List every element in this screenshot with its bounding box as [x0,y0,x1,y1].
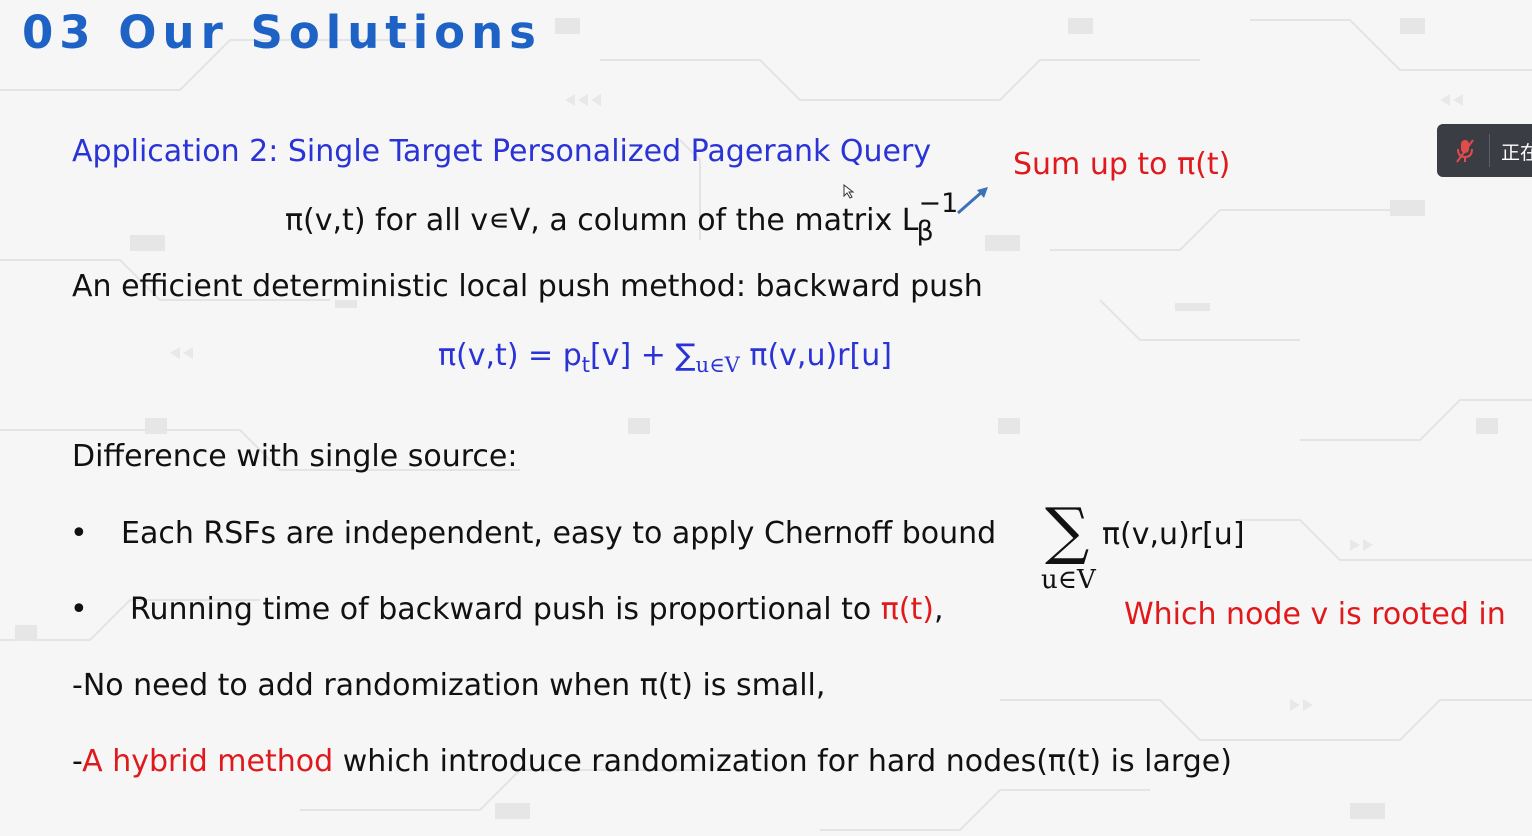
summation-term: π(v,u)r[u] [1102,517,1245,552]
formula-sum-subscript: u∈V [695,353,740,378]
hybrid-method-highlight: A hybrid method [82,744,334,779]
sum-up-note: Sum up to π(t) [1013,147,1231,182]
summation-subscript: u∈V [1041,565,1096,595]
bullet-running-time: Running time of backward push is proport… [130,592,944,627]
running-time-text: Running time of backward push is proport… [130,592,881,627]
mouse-cursor-icon [843,184,855,199]
bullet-marker: • [70,516,88,551]
pi-column-text: π(v,t) for all v∊V, a column of the matr… [285,203,919,238]
which-node-note: Which node v is rooted in [1124,597,1506,632]
arrow-icon [957,187,988,215]
meeting-toolbar[interactable]: 正在 [1437,124,1532,177]
formula-rhs: π(v,u)r[u] [739,338,892,373]
hybrid-dash: - [72,744,83,779]
running-time-pi: π(t) [880,592,934,627]
toolbar-label: 正在 [1501,142,1532,164]
slide-title: 03 Our Solutions [22,6,542,59]
circuit-background [0,18,1532,831]
backward-push-formula: π(v,t) = pt[v] + ∑u∈V π(v,u)r[u] [438,338,892,377]
running-time-comma: , [933,592,944,627]
hybrid-method-text: which introduce randomization for hard n… [333,744,1232,779]
hybrid-method-line: -A hybrid method which introduce randomi… [72,744,1232,779]
pi-column-line: π(v,t) for all v∊V, a column of the matr… [285,188,958,247]
efficient-method-line: An efficient deterministic local push me… [72,269,983,304]
formula-lhs: π(v,t) = p [438,338,582,373]
formula-mid: [v] + ∑ [590,338,696,373]
bullet-independent-rsfs: Each RSFs are independent, easy to apply… [121,516,997,551]
difference-heading: Difference with single source: [72,439,518,474]
toolbar-divider [1489,134,1490,167]
bullet-marker: • [70,592,88,627]
no-randomization-line: -No need to add randomization when π(t) … [72,668,826,703]
summation-symbol: ∑ [1045,494,1090,567]
muted-microphone-icon[interactable] [1455,138,1475,164]
application-heading: Application 2: Single Target Personalize… [72,134,932,169]
matrix-superscript: −1 [918,188,959,219]
matrix-subscript: β [916,216,934,247]
formula-p-subscript: t [581,353,591,378]
